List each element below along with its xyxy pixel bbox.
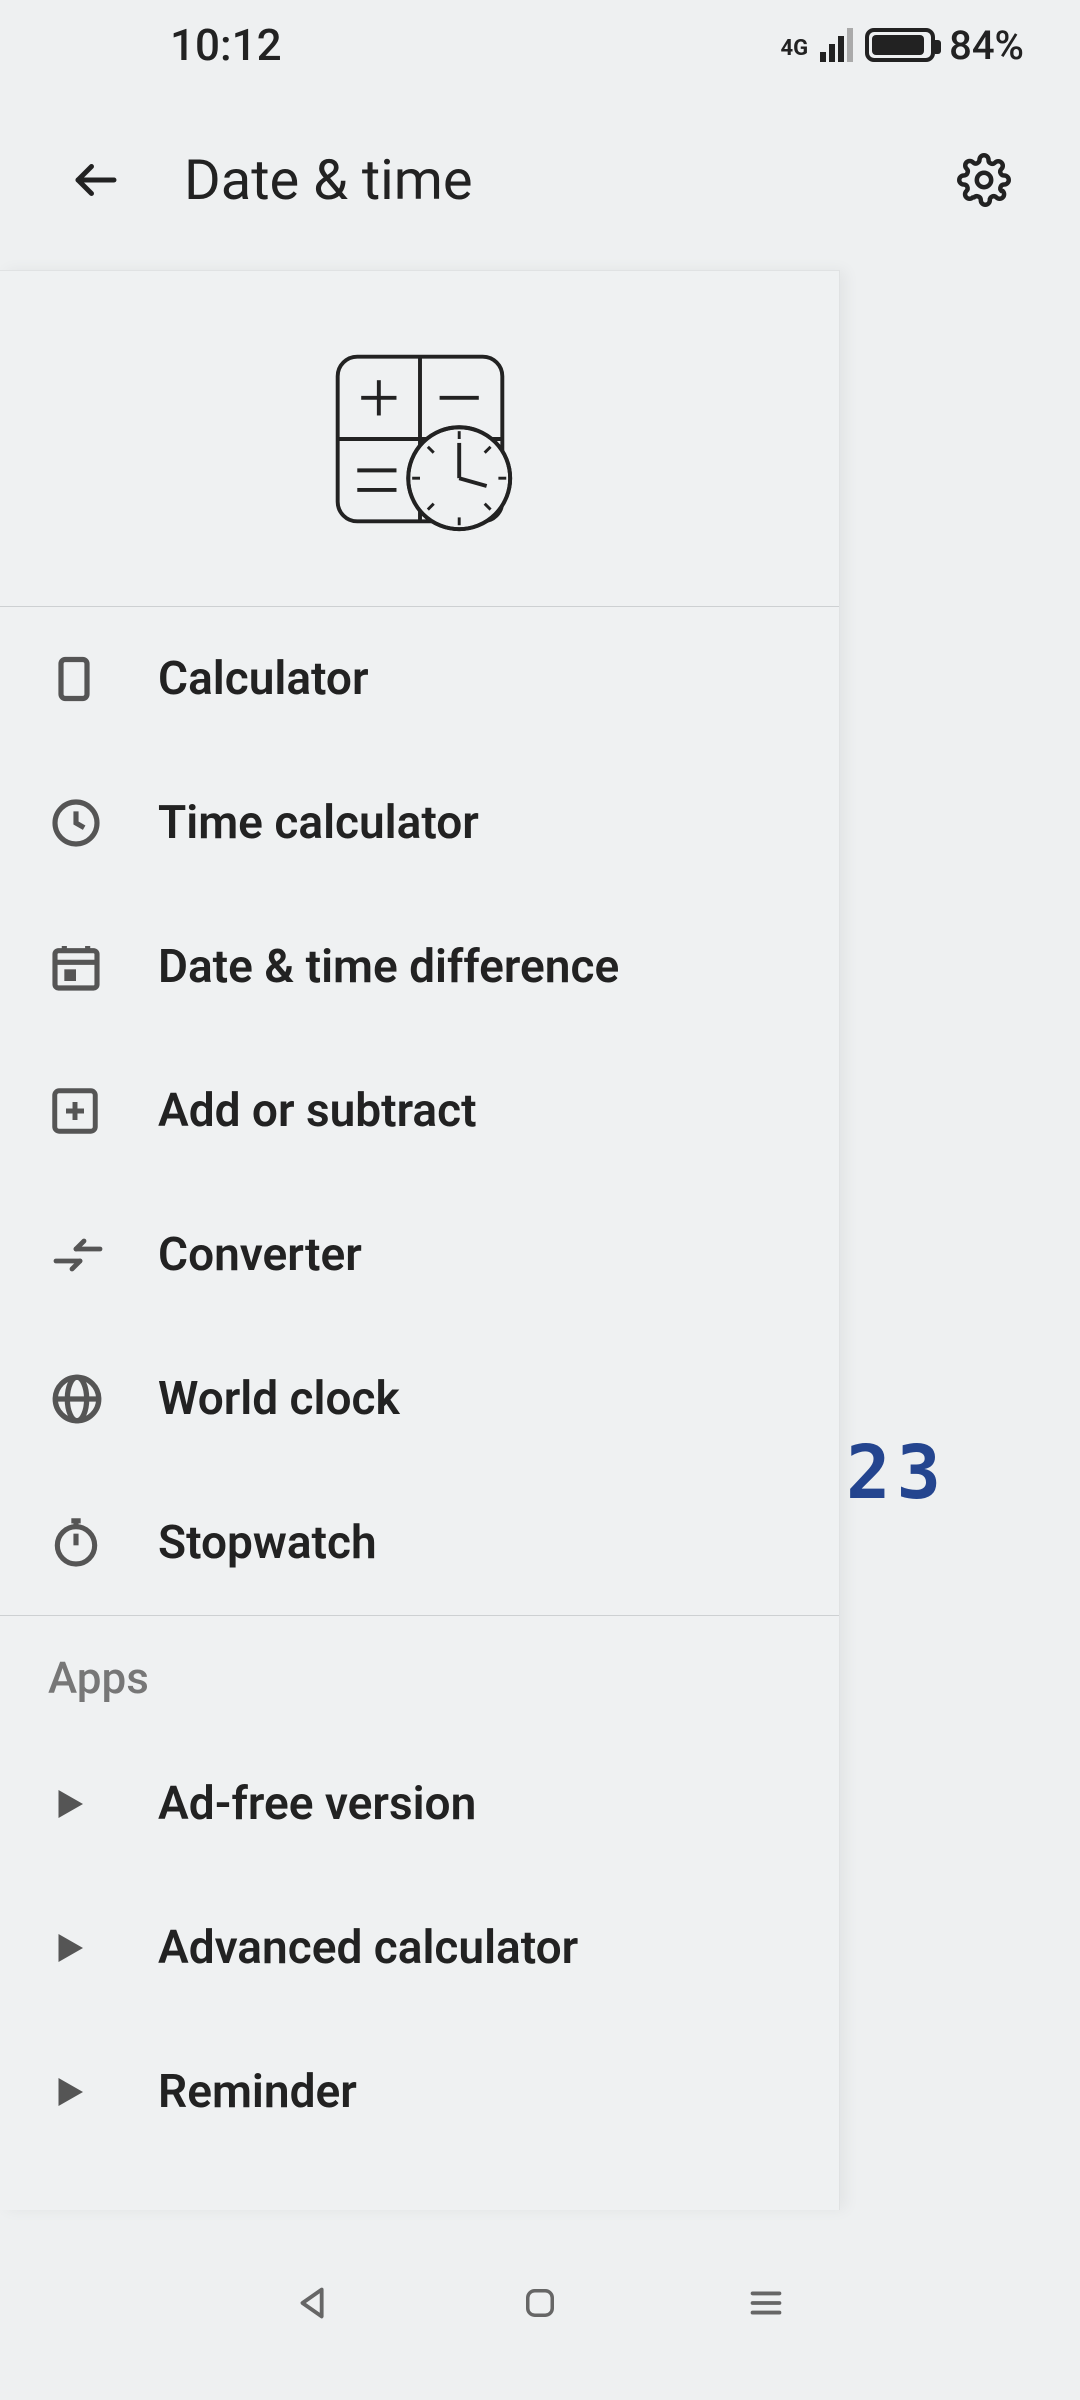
menu-item-label: Converter bbox=[158, 1228, 362, 1282]
menu-item-world-clock[interactable]: World clock bbox=[0, 1327, 839, 1471]
menu-item-label: Stopwatch bbox=[158, 1516, 377, 1570]
battery-icon bbox=[865, 28, 935, 62]
menu-item-label: Reminder bbox=[158, 2065, 357, 2119]
stopwatch-icon bbox=[48, 1515, 158, 1571]
menu-item-add-or-subtract[interactable]: Add or subtract bbox=[0, 1039, 839, 1183]
menu-item-calculator[interactable]: Calculator bbox=[0, 607, 839, 751]
plus-box-icon bbox=[48, 1084, 158, 1138]
apps-item-reminder[interactable]: Reminder bbox=[0, 2020, 839, 2164]
drawer-menu: Calculator Time calculator Date & time d… bbox=[0, 607, 839, 2210]
nav-recent-button[interactable] bbox=[743, 2280, 789, 2330]
menu-item-stopwatch[interactable]: Stopwatch bbox=[0, 1471, 839, 1615]
square-home-icon bbox=[519, 2282, 561, 2324]
signal-icon bbox=[820, 28, 853, 62]
status-time: 10:12 bbox=[170, 19, 282, 71]
menu-item-label: Date & time difference bbox=[158, 940, 619, 994]
status-right: 4G 84% bbox=[780, 22, 1024, 69]
menu-item-date-time-difference[interactable]: Date & time difference bbox=[0, 895, 839, 1039]
menu-item-time-calculator[interactable]: Time calculator bbox=[0, 751, 839, 895]
battery-percent: 84% bbox=[949, 22, 1024, 69]
menu-item-label: Advanced calculator bbox=[158, 1921, 578, 1975]
background-digital-value: 23 bbox=[846, 1430, 947, 1516]
clock-icon bbox=[48, 795, 158, 851]
settings-button[interactable] bbox=[944, 140, 1024, 220]
network-type-icon: 4G bbox=[780, 38, 808, 60]
nav-back-button[interactable] bbox=[291, 2280, 337, 2330]
play-icon bbox=[48, 1783, 158, 1825]
globe-icon bbox=[48, 1370, 158, 1428]
menu-item-label: Ad-free version bbox=[158, 1777, 476, 1831]
nav-home-button[interactable] bbox=[519, 2282, 561, 2328]
menu-item-label: Add or subtract bbox=[158, 1084, 477, 1138]
menu-lines-icon bbox=[743, 2280, 789, 2326]
calendar-icon bbox=[48, 939, 158, 995]
menu-item-label: Calculator bbox=[158, 652, 369, 706]
apps-item-ad-free[interactable]: Ad-free version bbox=[0, 1732, 839, 1876]
menu-item-label: World clock bbox=[158, 1372, 400, 1426]
play-icon bbox=[48, 1927, 158, 1969]
gear-icon bbox=[957, 153, 1011, 207]
triangle-back-icon bbox=[291, 2280, 337, 2326]
portrait-rect-icon bbox=[48, 653, 158, 705]
menu-item-converter[interactable]: Converter bbox=[0, 1183, 839, 1327]
arrow-left-icon bbox=[69, 153, 123, 207]
back-button[interactable] bbox=[56, 140, 136, 220]
apps-section-header: Apps bbox=[0, 1616, 839, 1732]
apps-item-advanced-calc[interactable]: Advanced calculator bbox=[0, 1876, 839, 2020]
system-nav-bar bbox=[0, 2210, 1080, 2400]
play-icon bbox=[48, 2071, 158, 2113]
page-title: Date & time bbox=[184, 147, 944, 213]
menu-item-label: Time calculator bbox=[158, 796, 479, 850]
drawer-header bbox=[0, 271, 839, 607]
status-bar: 10:12 4G 84% bbox=[0, 0, 1080, 90]
app-logo-icon bbox=[322, 341, 518, 537]
app-bar: Date & time bbox=[0, 90, 1080, 270]
navigation-drawer: Calculator Time calculator Date & time d… bbox=[0, 270, 840, 2210]
converter-arrows-icon bbox=[48, 1231, 158, 1279]
